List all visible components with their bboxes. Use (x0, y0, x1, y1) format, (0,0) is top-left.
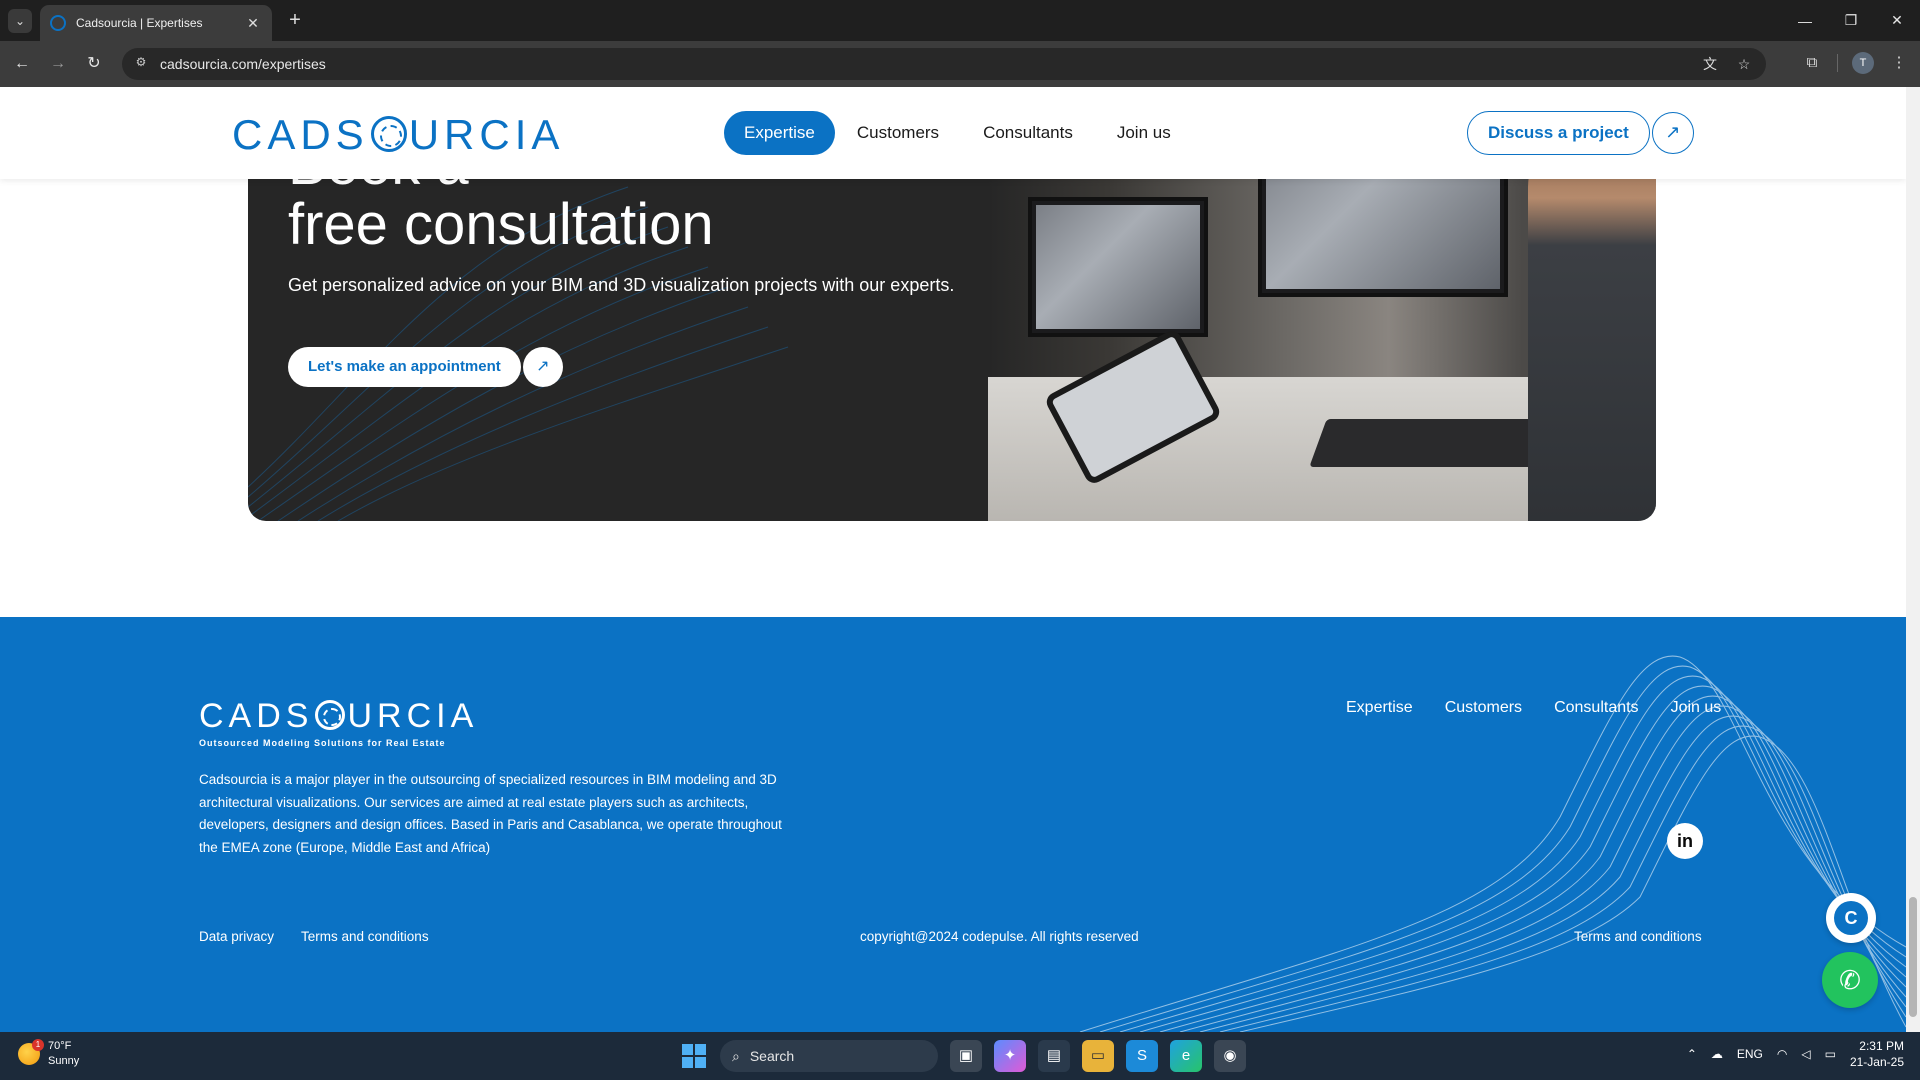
tab-search-button[interactable]: ⌄ (8, 9, 32, 33)
footer-nav-customers[interactable]: Customers (1429, 699, 1538, 717)
site-logo[interactable]: CADS URCIA (232, 111, 564, 159)
system-tray: ⌃ ☁ ENG ◠ ◁ ▭ 2:31 PM 21-Jan-25 (1687, 1038, 1904, 1070)
back-button[interactable]: ← (10, 52, 34, 76)
banner-subtitle: Get personalized advice on your BIM and … (288, 275, 955, 295)
extensions-icon[interactable]: ⧉ (1801, 52, 1823, 74)
new-tab-button[interactable]: + (282, 8, 308, 34)
battery-icon[interactable]: ▭ (1825, 1047, 1836, 1061)
store-icon[interactable]: ▤ (1038, 1040, 1070, 1072)
window-controls: — ❐ ✕ (1782, 0, 1920, 41)
site-header: CADS URCIA Expertise Customers Consultant… (0, 87, 1906, 179)
footer-nav: Expertise Customers Consultants Join us (1330, 699, 1737, 717)
close-tab-icon[interactable]: ✕ (244, 15, 262, 32)
footer-nav-consultants[interactable]: Consultants (1538, 699, 1655, 717)
chevron-up-icon[interactable]: ⌃ (1687, 1047, 1697, 1061)
monitor-image (1028, 197, 1208, 337)
search-icon: ⌕ (732, 1047, 740, 1064)
clock-date: 21-Jan-25 (1849, 1055, 1904, 1069)
browser-tab[interactable]: Cadsourcia | Expertises ✕ (40, 5, 272, 41)
appointment-button[interactable]: Let's make an appointment (288, 347, 521, 387)
task-view-icon[interactable]: ▣ (950, 1040, 982, 1072)
sun-icon: 1 (18, 1039, 44, 1065)
wifi-icon[interactable]: ◠ (1777, 1047, 1787, 1061)
forward-button[interactable]: → (46, 52, 70, 76)
footer-logo[interactable]: CADS URCIA Outsourced Modeling Solutions … (199, 697, 478, 748)
nav-expertise[interactable]: Expertise (724, 111, 835, 155)
discuss-project-cta: Discuss a project ↗ (1467, 111, 1694, 155)
data-privacy-link[interactable]: Data privacy (199, 929, 274, 944)
browser-tabstrip: ⌄ Cadsourcia | Expertises ✕ + — ❐ ✕ (0, 0, 1920, 41)
banner-title-line2: free consultation (288, 192, 714, 257)
clock[interactable]: 2:31 PM 21-Jan-25 (1850, 1038, 1904, 1070)
main-nav: Expertise Customers Consultants Join us (724, 111, 1193, 155)
windows-taskbar: 1 70°F Sunny ⌕ Search ▣ ✦ ▤ ▭ S e ◉ ⌃ ☁ … (0, 1032, 1920, 1080)
onedrive-icon[interactable]: ☁ (1711, 1047, 1723, 1061)
person-image (1528, 127, 1656, 521)
favicon-icon (50, 15, 66, 31)
chrome-icon[interactable]: ◉ (1214, 1040, 1246, 1072)
weather-temp: 70°F (48, 1040, 72, 1052)
site-info-icon[interactable]: ⚙ (132, 55, 150, 73)
consultant-photo (988, 127, 1656, 521)
terms-link-right[interactable]: Terms and conditions (1574, 929, 1702, 944)
consultation-banner: Book a free consultation Get personalize… (248, 127, 1656, 521)
toolbar-right: ⧉ T ⋮ (1801, 52, 1910, 74)
arrow-up-right-icon[interactable]: ↗ (1651, 112, 1694, 154)
translate-icon[interactable]: 文 (1698, 52, 1722, 76)
taskbar-search[interactable]: ⌕ Search (720, 1040, 938, 1072)
appointment-cta: Let's make an appointment ↗ (288, 347, 563, 387)
whatsapp-icon[interactable]: ✆ (1822, 952, 1878, 1008)
copyright-text: copyright@2024 codepulse. All rights res… (860, 929, 1139, 944)
scrollbar-thumb[interactable] (1909, 897, 1917, 1017)
nav-consultants[interactable]: Consultants (961, 111, 1095, 155)
footer-about-text: Cadsourcia is a major player in the outs… (199, 772, 782, 855)
chat-widget-button[interactable]: C (1826, 893, 1876, 943)
footer-nav-expertise[interactable]: Expertise (1330, 699, 1429, 717)
weather-desc: Sunny (48, 1055, 80, 1067)
menu-kebab-icon[interactable]: ⋮ (1888, 52, 1910, 74)
volume-icon[interactable]: ◁ (1801, 1047, 1810, 1061)
start-button[interactable] (682, 1044, 706, 1068)
close-window-button[interactable]: ✕ (1874, 0, 1920, 41)
chat-icon: C (1834, 901, 1868, 935)
address-bar[interactable]: ⚙ cadsourcia.com/expertises 文 ☆ (122, 48, 1766, 80)
keyboard-image (1309, 419, 1557, 467)
nav-join-us[interactable]: Join us (1095, 111, 1193, 155)
browser-toolbar: ← → ↻ ⚙ cadsourcia.com/expertises 文 ☆ ⧉ … (0, 41, 1920, 87)
file-explorer-icon[interactable]: ▭ (1082, 1040, 1114, 1072)
page-scrollbar[interactable] (1906, 87, 1920, 1032)
restore-button[interactable]: ❐ (1828, 0, 1874, 41)
minimize-button[interactable]: — (1782, 0, 1828, 41)
profile-avatar[interactable]: T (1852, 52, 1874, 74)
linkedin-icon[interactable]: in (1667, 823, 1703, 859)
clock-time: 2:31 PM (1859, 1039, 1904, 1053)
footer-nav-join-us[interactable]: Join us (1655, 699, 1738, 717)
page-viewport: CADS URCIA Expertise Customers Consultant… (0, 87, 1906, 1032)
bookmark-star-icon[interactable]: ☆ (1732, 52, 1756, 76)
taskbar-search-placeholder: Search (749, 1048, 795, 1064)
reload-button[interactable]: ↻ (82, 52, 106, 76)
weather-widget[interactable]: 1 70°F Sunny (18, 1039, 79, 1069)
tab-title: Cadsourcia | Expertises (76, 16, 203, 30)
terms-link-left[interactable]: Terms and conditions (301, 929, 429, 944)
taskbar-apps: ▣ ✦ ▤ ▭ S e ◉ (950, 1040, 1246, 1072)
footer-tagline: Outsourced Modeling Solutions for Real E… (199, 738, 446, 748)
copilot-icon[interactable]: ✦ (994, 1040, 1026, 1072)
edge-icon[interactable]: e (1170, 1040, 1202, 1072)
nav-customers[interactable]: Customers (835, 111, 961, 155)
language-indicator[interactable]: ENG (1737, 1047, 1763, 1061)
discuss-project-button[interactable]: Discuss a project (1467, 111, 1650, 155)
toolbar-separator (1837, 54, 1838, 72)
arrow-up-right-icon[interactable]: ↗ (522, 347, 563, 387)
url-text[interactable]: cadsourcia.com/expertises (160, 56, 1698, 72)
weather-badge: 1 (32, 1039, 44, 1051)
skype-icon[interactable]: S (1126, 1040, 1158, 1072)
site-footer: CADS URCIA Outsourced Modeling Solutions … (0, 617, 1906, 1032)
